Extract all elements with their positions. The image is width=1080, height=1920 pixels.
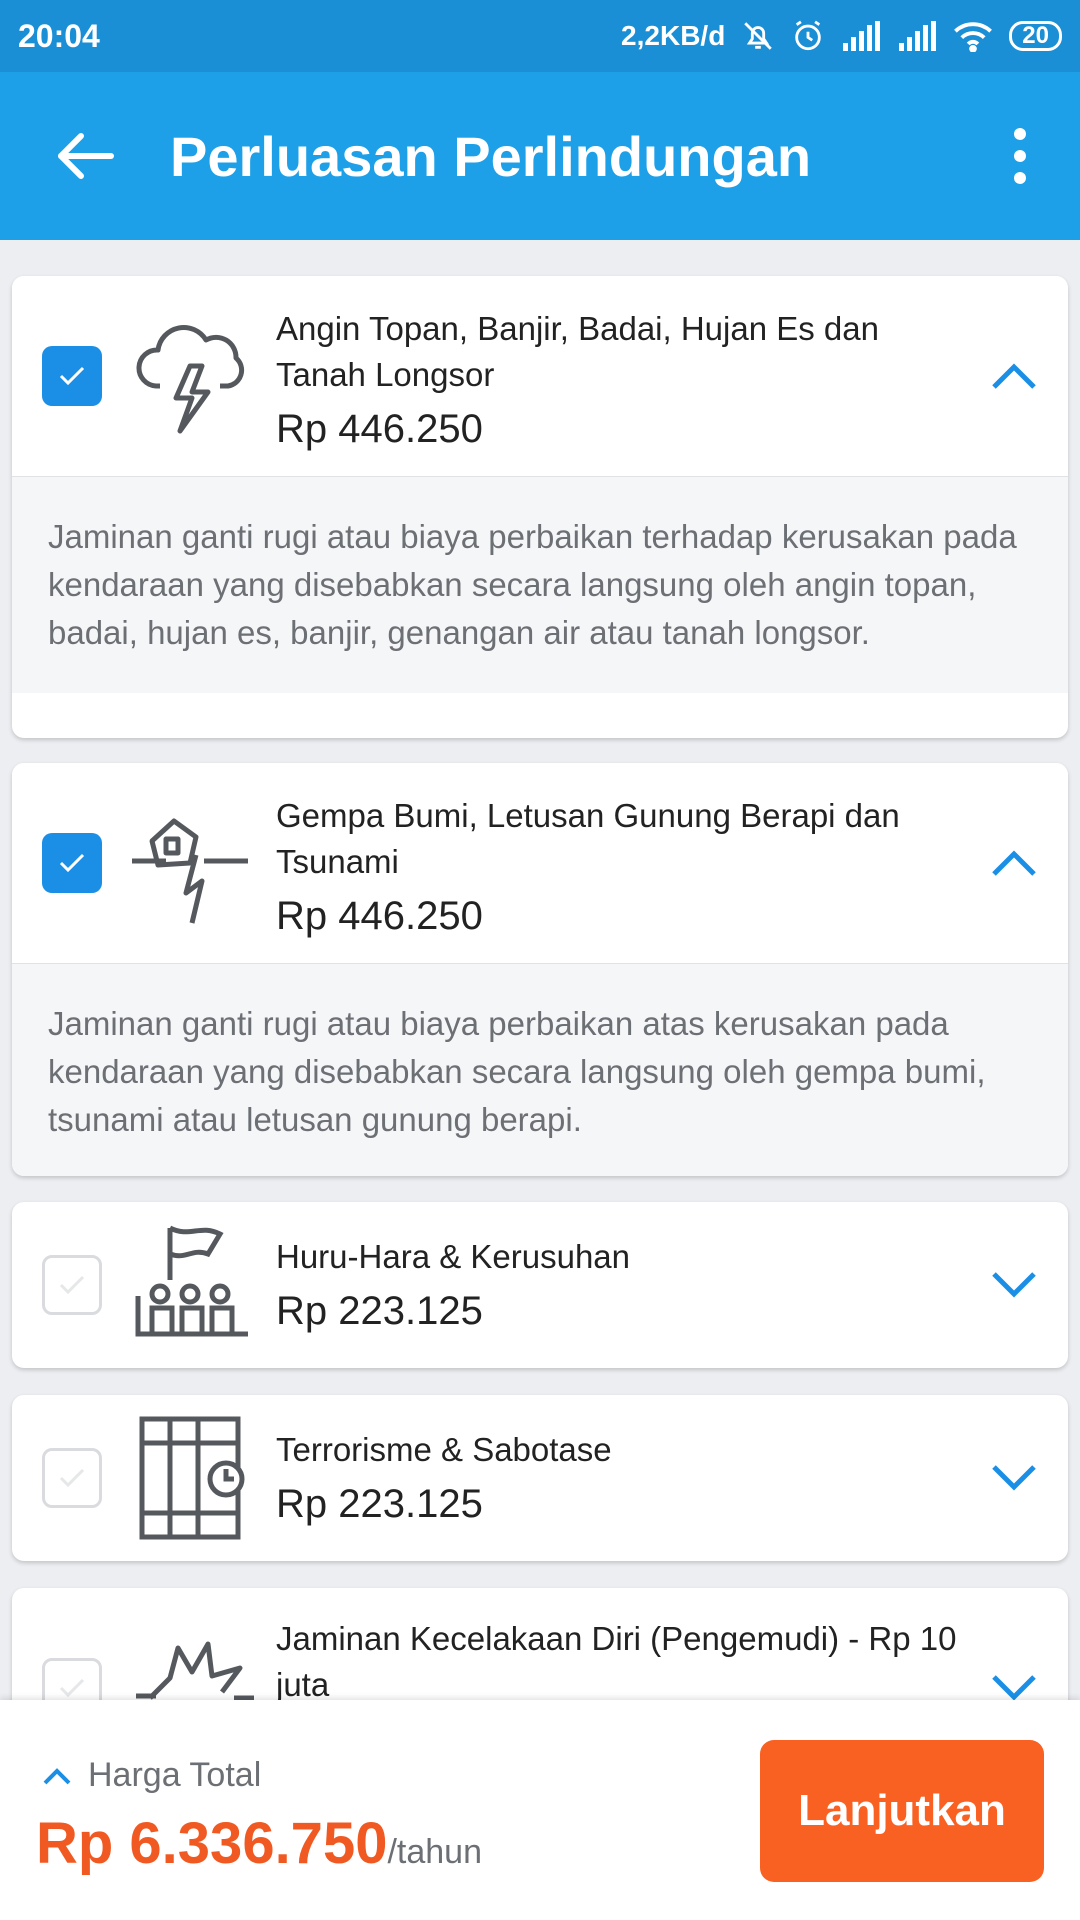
crash-burst-icon <box>136 1641 254 1700</box>
status-time: 20:04 <box>18 17 100 54</box>
chevron-up-icon <box>992 363 1036 389</box>
collapse-button[interactable] <box>984 833 1044 893</box>
checkmark-icon <box>59 853 85 873</box>
coverage-name: Terrorisme & Sabotase <box>276 1431 612 1468</box>
network-speed: 2,2KB/d <box>621 20 726 51</box>
more-menu-button[interactable] <box>980 72 1060 240</box>
chevron-up-icon <box>43 1767 71 1784</box>
chevron-down-icon <box>992 1465 1036 1491</box>
storm-cloud-icon <box>136 325 245 434</box>
checkmark-icon <box>59 1468 85 1488</box>
coverage-checkbox[interactable] <box>42 1448 102 1508</box>
back-button[interactable] <box>0 72 170 240</box>
total-label: Harga Total <box>88 1756 262 1794</box>
coverage-header[interactable]: Angin Topan, Banjir, Badai, Hujan Es dan… <box>12 276 1068 476</box>
alarm-icon <box>795 20 822 51</box>
coverage-price: Rp 223.125 <box>276 1289 483 1333</box>
coverage-description: Jaminan ganti rugi atau biaya perbaikan … <box>12 963 1068 1176</box>
more-dot <box>1014 172 1026 184</box>
chevron-up-icon <box>992 850 1036 876</box>
signal-icon <box>899 21 937 51</box>
coverage-checkbox[interactable] <box>42 1255 102 1315</box>
chevron-down-icon <box>992 1675 1036 1700</box>
coverage-price: Rp 223.125 <box>276 1482 483 1526</box>
more-dot <box>1014 150 1026 162</box>
earthquake-icon <box>132 818 248 924</box>
collapse-button[interactable] <box>984 346 1044 406</box>
expand-button[interactable] <box>984 1255 1044 1315</box>
total-price: Rp 6.336.750/tahun <box>36 1810 482 1877</box>
coverage-card-earthquake: Gempa Bumi, Letusan Gunung Berapi dan Ts… <box>12 763 1068 1176</box>
coverage-card-personal-accident[interactable]: Jaminan Kecelakaan Diri (Pengemudi) - Rp… <box>12 1588 1068 1700</box>
status-right: 2,2KB/d 20 <box>621 19 1062 53</box>
status-bar: 20:04 2,2KB/d 20 <box>0 0 1080 72</box>
coverage-checkbox[interactable] <box>42 346 102 406</box>
coverage-price: Rp 446.250 <box>276 407 483 451</box>
coverage-card-riot[interactable]: Huru-Hara & Kerusuhan Rp 223.125 <box>12 1202 1068 1368</box>
bell-off-icon <box>744 22 773 50</box>
coverage-name: Angin Topan, Banjir, Badai, Hujan Es dan… <box>276 310 879 393</box>
checkmark-icon <box>59 366 85 386</box>
battery-icon: 20 <box>1009 21 1062 51</box>
total-value: Rp 6.336.750 <box>36 1811 388 1876</box>
coverage-checkbox[interactable] <box>42 1658 102 1700</box>
coverage-list[interactable]: Angin Topan, Banjir, Badai, Hujan Es dan… <box>0 240 1080 1700</box>
total-per-unit: /tahun <box>387 1833 482 1871</box>
coverage-card-storm: Angin Topan, Banjir, Badai, Hujan Es dan… <box>12 276 1068 738</box>
chevron-down-icon <box>992 1272 1036 1298</box>
prison-bars-icon <box>139 1416 245 1540</box>
coverage-price: Rp 446.250 <box>276 894 483 938</box>
more-vertical-icon <box>1014 128 1026 140</box>
riot-crowd-icon <box>135 1225 248 1337</box>
page-title: Perluasan Perlindungan <box>170 124 812 188</box>
signal-icon <box>843 21 881 51</box>
app-bar: Perluasan Perlindungan <box>0 72 1080 240</box>
total-toggle[interactable]: Harga Total <box>42 1756 261 1795</box>
wifi-icon <box>954 22 993 52</box>
coverage-name: Jaminan Kecelakaan Diri (Pengemudi) - Rp… <box>276 1620 957 1700</box>
arrow-left-icon <box>58 133 114 179</box>
coverage-description: Jaminan ganti rugi atau biaya perbaikan … <box>12 476 1068 693</box>
coverage-header[interactable]: Gempa Bumi, Letusan Gunung Berapi dan Ts… <box>12 763 1068 963</box>
total-footer: Harga Total Rp 6.336.750/tahun Lanjutkan <box>0 1700 1080 1920</box>
coverage-name: Gempa Bumi, Letusan Gunung Berapi dan Ts… <box>276 797 900 880</box>
expand-button[interactable] <box>984 1448 1044 1508</box>
continue-button[interactable]: Lanjutkan <box>760 1740 1044 1882</box>
checkmark-icon <box>59 1678 85 1698</box>
coverage-card-terrorism[interactable]: Terrorisme & Sabotase Rp 223.125 <box>12 1395 1068 1561</box>
coverage-name: Huru-Hara & Kerusuhan <box>276 1238 631 1275</box>
checkmark-icon <box>59 1275 85 1295</box>
expand-button[interactable] <box>984 1658 1044 1700</box>
coverage-checkbox[interactable] <box>42 833 102 893</box>
